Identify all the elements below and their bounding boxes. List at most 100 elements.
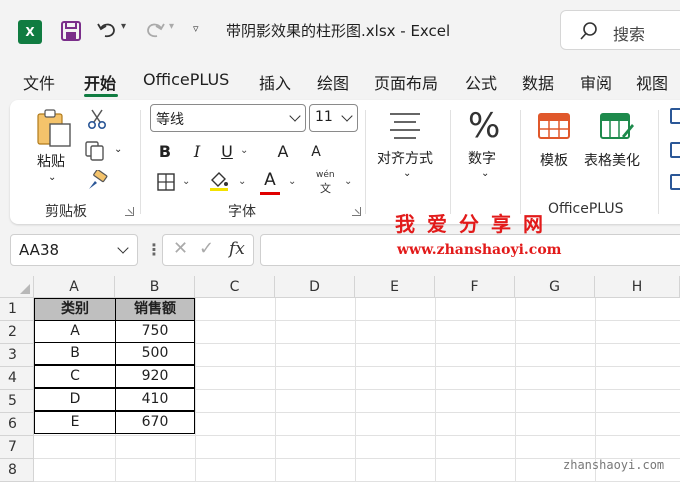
table-cell[interactable]: A bbox=[34, 320, 116, 343]
number-dropdown-icon[interactable]: ⌄ bbox=[481, 168, 489, 179]
underline-button[interactable]: U bbox=[216, 140, 238, 164]
select-all-button[interactable] bbox=[0, 276, 34, 298]
watermark-bottom: zhanshaoyi.com bbox=[563, 458, 665, 472]
side-tool-icon[interactable] bbox=[670, 174, 680, 190]
table-cell[interactable]: 920 bbox=[115, 365, 195, 388]
table-cell[interactable]: E bbox=[34, 411, 116, 434]
side-tool-icon[interactable] bbox=[670, 142, 680, 158]
undo-icon[interactable] bbox=[96, 19, 118, 41]
undo-dropdown-icon[interactable]: ▾ bbox=[121, 21, 126, 32]
table-cell[interactable]: C bbox=[34, 365, 116, 388]
column-header-e[interactable]: E bbox=[355, 276, 435, 298]
worksheet-grid[interactable]: A B C D E F G H 1 2 3 4 5 6 7 8 类别 销售额 A… bbox=[0, 276, 680, 482]
font-color-dropdown-icon[interactable]: ⌄ bbox=[288, 176, 296, 187]
table-header-category[interactable]: 类别 bbox=[34, 298, 116, 321]
table-cell[interactable]: D bbox=[34, 388, 116, 411]
alignment-dropdown-icon[interactable]: ⌄ bbox=[403, 168, 411, 179]
font-size-select[interactable]: 11 bbox=[309, 104, 358, 132]
alignment-icon[interactable] bbox=[388, 110, 422, 140]
font-color-swatch bbox=[260, 192, 280, 195]
cut-icon[interactable] bbox=[86, 108, 108, 130]
column-header-c[interactable]: C bbox=[195, 276, 275, 298]
row-header[interactable]: 3 bbox=[0, 344, 34, 367]
column-header-b[interactable]: B bbox=[115, 276, 195, 298]
number-button-label[interactable]: 数字 bbox=[468, 148, 496, 168]
phonetic-dropdown-icon[interactable]: ⌄ bbox=[344, 176, 352, 187]
tab-view[interactable]: 视图 bbox=[636, 70, 668, 94]
underline-dropdown-icon[interactable]: ⌄ bbox=[240, 145, 248, 156]
select-all-icon bbox=[20, 284, 30, 294]
fill-color-dropdown-icon[interactable]: ⌄ bbox=[238, 176, 246, 187]
format-painter-icon[interactable] bbox=[86, 170, 108, 192]
alignment-button-label[interactable]: 对齐方式 bbox=[377, 148, 433, 168]
font-launcher-icon[interactable] bbox=[352, 207, 361, 216]
table-cell[interactable]: 410 bbox=[115, 388, 195, 411]
tab-home[interactable]: 开始 bbox=[84, 70, 116, 94]
group-separator bbox=[450, 110, 451, 214]
redo-icon[interactable] bbox=[144, 19, 166, 41]
column-header-h[interactable]: H bbox=[595, 276, 680, 298]
column-header-g[interactable]: G bbox=[515, 276, 595, 298]
gridline-vertical bbox=[275, 298, 276, 482]
tab-page-layout[interactable]: 页面布局 bbox=[374, 70, 438, 94]
row-header[interactable]: 5 bbox=[0, 390, 34, 413]
paste-dropdown-icon[interactable]: ⌄ bbox=[48, 172, 56, 183]
save-icon[interactable] bbox=[60, 20, 82, 42]
table-cell[interactable]: 500 bbox=[115, 342, 195, 365]
table-beautify-button-label[interactable]: 表格美化 bbox=[584, 150, 640, 170]
table-cell[interactable]: 750 bbox=[115, 320, 195, 343]
more-options-icon[interactable]: ⋮ bbox=[146, 240, 162, 259]
search-box[interactable]: 搜索 bbox=[560, 10, 680, 50]
table-header-sales[interactable]: 销售额 bbox=[115, 298, 195, 321]
column-header-a[interactable]: A bbox=[34, 276, 115, 298]
fill-color-icon[interactable] bbox=[208, 170, 230, 192]
tab-draw[interactable]: 绘图 bbox=[317, 70, 349, 94]
template-icon[interactable] bbox=[536, 110, 572, 142]
grow-font-button[interactable]: A bbox=[272, 140, 294, 164]
chevron-down-icon bbox=[289, 110, 301, 122]
cancel-icon[interactable]: ✕ bbox=[173, 238, 188, 259]
copy-icon[interactable] bbox=[84, 140, 106, 162]
phonetic-guide-label[interactable]: wén bbox=[316, 170, 335, 180]
number-format-icon[interactable]: % bbox=[468, 106, 500, 146]
group-separator bbox=[520, 110, 521, 214]
row-header[interactable]: 8 bbox=[0, 459, 34, 482]
customize-toolbar-icon[interactable]: ▿ bbox=[193, 22, 199, 35]
font-name-value: 等线 bbox=[156, 112, 184, 128]
tab-insert[interactable]: 插入 bbox=[259, 70, 291, 94]
clipboard-launcher-icon[interactable] bbox=[125, 207, 134, 216]
row-header[interactable]: 4 bbox=[0, 367, 34, 390]
font-name-select[interactable]: 等线 bbox=[150, 104, 306, 132]
side-tool-icon[interactable] bbox=[670, 108, 680, 124]
tab-data[interactable]: 数据 bbox=[522, 70, 554, 94]
column-header-d[interactable]: D bbox=[275, 276, 355, 298]
bold-button[interactable]: B bbox=[154, 140, 176, 164]
table-cell[interactable]: B bbox=[34, 342, 116, 365]
tab-officeplus[interactable]: OfficePLUS bbox=[143, 70, 229, 89]
row-header[interactable]: 2 bbox=[0, 321, 34, 344]
tab-review[interactable]: 审阅 bbox=[580, 70, 612, 94]
italic-button[interactable]: I bbox=[186, 140, 208, 164]
document-title: 带阴影效果的柱形图.xlsx - Excel bbox=[226, 22, 451, 40]
table-beautify-icon[interactable] bbox=[598, 110, 634, 142]
copy-dropdown-icon[interactable]: ⌄ bbox=[114, 144, 122, 155]
redo-dropdown-icon[interactable]: ▾ bbox=[169, 21, 174, 32]
shrink-font-button[interactable]: A bbox=[305, 140, 327, 164]
column-header-f[interactable]: F bbox=[435, 276, 515, 298]
font-color-button[interactable]: A bbox=[259, 168, 281, 192]
row-header[interactable]: 1 bbox=[0, 298, 34, 321]
name-box[interactable]: AA38 bbox=[10, 234, 138, 266]
insert-function-icon[interactable]: fx bbox=[229, 239, 245, 259]
enter-icon[interactable]: ✓ bbox=[199, 238, 214, 259]
borders-dropdown-icon[interactable]: ⌄ bbox=[182, 176, 190, 187]
template-button-label[interactable]: 模板 bbox=[540, 150, 568, 170]
row-header[interactable]: 7 bbox=[0, 436, 34, 459]
tab-file[interactable]: 文件 bbox=[23, 70, 55, 94]
row-header[interactable]: 6 bbox=[0, 413, 34, 436]
paste-button-label[interactable]: 粘贴 bbox=[37, 151, 65, 171]
phonetic-guide-icon[interactable]: 文 bbox=[320, 180, 331, 196]
paste-icon[interactable] bbox=[34, 108, 74, 148]
tab-formulas[interactable]: 公式 bbox=[465, 70, 497, 94]
table-cell[interactable]: 670 bbox=[115, 411, 195, 434]
borders-icon[interactable] bbox=[156, 172, 176, 192]
